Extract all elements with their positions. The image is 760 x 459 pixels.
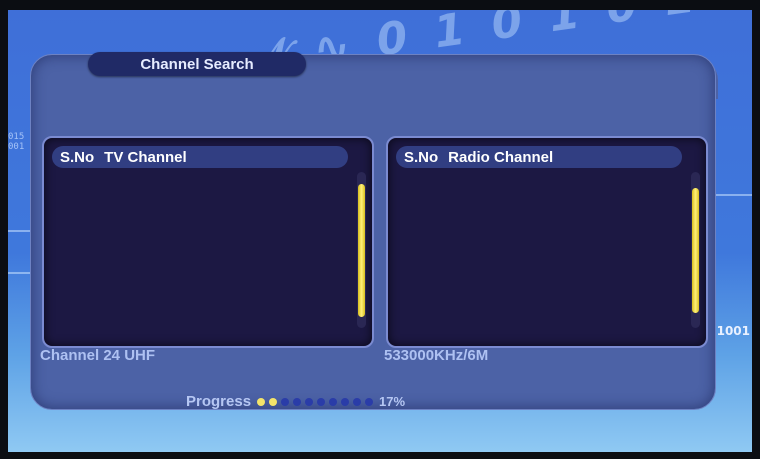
- progress-dot: [257, 397, 266, 406]
- page-title: Channel Search: [140, 55, 254, 73]
- tv-list-scroll-thumb[interactable]: [358, 184, 365, 317]
- background-streak: [8, 272, 32, 274]
- tv-list-scrollbar[interactable]: [357, 172, 366, 328]
- tv-sno-header: S.No: [60, 148, 95, 166]
- radio-sno-header: S.No: [404, 148, 439, 166]
- background-streak: [710, 194, 752, 196]
- title-pill: Channel Search: [88, 52, 306, 76]
- tv-screen: 𝓃 𝒩 ∿ 0 1 0 1 0 1 0 015 001 1001 Channel …: [8, 10, 752, 452]
- background-digits-right: 1001: [716, 324, 750, 338]
- progress-dot: [269, 397, 278, 406]
- progress-dot: [341, 397, 350, 406]
- tv-channel-list[interactable]: S.No TV Channel: [42, 136, 374, 348]
- progress-row: Progress 17%: [186, 393, 405, 410]
- radio-list-header: S.No Radio Channel: [396, 146, 682, 168]
- progress-dot: [293, 397, 302, 406]
- progress-dot: [353, 397, 362, 406]
- tv-channel-header: TV Channel: [104, 148, 187, 166]
- progress-value: 17%: [379, 394, 406, 409]
- progress-dot: [317, 397, 326, 406]
- background-digits-left: 015 001: [8, 132, 25, 152]
- progress-bar: [257, 397, 374, 406]
- progress-dot: [329, 397, 338, 406]
- radio-channel-header: Radio Channel: [448, 148, 554, 166]
- progress-dot: [281, 397, 290, 406]
- radio-channel-list[interactable]: S.No Radio Channel: [386, 136, 708, 348]
- frequency-info: 533000KHz/6M: [384, 347, 489, 364]
- tv-list-header: S.No TV Channel: [52, 146, 348, 168]
- channel-info: Channel 24 UHF: [40, 347, 156, 364]
- radio-list-scroll-thumb[interactable]: [692, 188, 699, 313]
- radio-list-scrollbar[interactable]: [691, 172, 700, 328]
- progress-dot: [365, 397, 374, 406]
- progress-dot: [305, 397, 314, 406]
- progress-label: Progress: [186, 393, 252, 410]
